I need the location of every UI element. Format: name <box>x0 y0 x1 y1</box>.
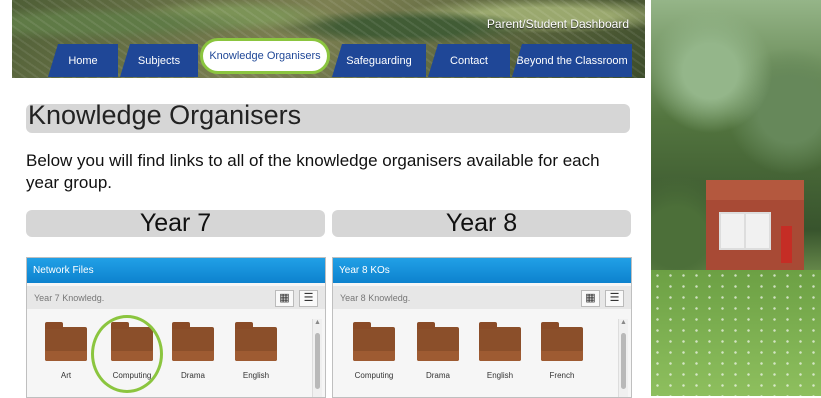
list-view-icon[interactable]: ☰ <box>299 290 318 307</box>
folder-label: English <box>486 371 514 380</box>
folder-item[interactable]: Drama <box>166 322 220 380</box>
folder-item[interactable]: Drama <box>411 322 465 380</box>
nav-safeguarding[interactable]: Safeguarding <box>332 44 426 77</box>
main-navigation: Home Subjects Knowledge Organisers Safeg… <box>48 38 634 77</box>
folder-icon <box>417 322 459 361</box>
year-7-scrollbar[interactable] <box>312 319 322 397</box>
folder-label: Computing <box>354 371 394 380</box>
nav-subjects[interactable]: Subjects <box>120 44 198 77</box>
folder-item[interactable]: French <box>535 322 589 380</box>
folder-icon <box>235 322 277 361</box>
year-8-scrollbar[interactable] <box>618 319 628 397</box>
folder-label: English <box>242 371 270 380</box>
folder-label: Art <box>60 371 72 380</box>
school-photo <box>651 0 821 396</box>
folder-item[interactable]: English <box>473 322 527 380</box>
year-7-panel-title: Network Files <box>27 258 325 283</box>
school-lawn <box>651 270 821 396</box>
nav-contact[interactable]: Contact <box>428 44 510 77</box>
folder-icon <box>353 322 395 361</box>
year-8-folder-path: Year 8 Knowledg. <box>340 293 411 303</box>
list-view-icon[interactable]: ☰ <box>605 290 624 307</box>
dashboard-link[interactable]: Parent/Student Dashboard <box>487 17 629 31</box>
nav-home[interactable]: Home <box>48 44 118 77</box>
school-building <box>706 180 804 272</box>
folder-item[interactable]: English <box>229 322 283 380</box>
folder-item[interactable]: Art <box>39 322 93 380</box>
year-7-files-panel: Network Files Year 7 Knowledg. ▦ ☰ Art C… <box>26 257 326 398</box>
building-window <box>719 212 746 250</box>
folder-label: French <box>549 371 575 380</box>
year-8-heading: Year 8 <box>332 209 631 237</box>
building-window <box>744 212 771 250</box>
year-8-panel-title: Year 8 KOs <box>333 258 631 283</box>
folder-icon <box>541 322 583 361</box>
folder-label: Drama <box>180 371 205 380</box>
year-7-file-toolbar: Year 7 Knowledg. ▦ ☰ <box>27 286 325 309</box>
nav-knowledge-organisers[interactable]: Knowledge Organisers <box>200 38 330 74</box>
building-door <box>781 226 792 263</box>
year-7-heading: Year 7 <box>26 209 325 237</box>
year-8-folder-list: Computing Drama English French <box>345 322 615 389</box>
folder-item[interactable]: Computing <box>347 322 401 380</box>
year-7-folder-path: Year 7 Knowledg. <box>34 293 105 303</box>
year-7-folder-list: Art Computing Drama English <box>39 322 309 389</box>
page-intro: Below you will find links to all of the … <box>26 151 600 192</box>
grid-view-icon[interactable]: ▦ <box>275 290 294 307</box>
folder-label: Computing <box>112 371 152 380</box>
website-page: Parent/Student Dashboard Home Subjects K… <box>0 0 645 398</box>
folder-item[interactable]: Computing <box>105 322 159 380</box>
grid-view-icon[interactable]: ▦ <box>581 290 600 307</box>
folder-icon <box>172 322 214 361</box>
folder-icon <box>479 322 521 361</box>
year-8-file-toolbar: Year 8 Knowledg. ▦ ☰ <box>333 286 631 309</box>
folder-label: Drama <box>425 371 450 380</box>
nav-beyond-the-classroom[interactable]: Beyond the Classroom <box>512 44 632 77</box>
folder-icon <box>45 322 87 361</box>
page-title: Knowledge Organisers <box>28 100 302 130</box>
year-8-files-panel: Year 8 KOs Year 8 Knowledg. ▦ ☰ Computin… <box>332 257 632 398</box>
folder-icon <box>111 322 153 361</box>
